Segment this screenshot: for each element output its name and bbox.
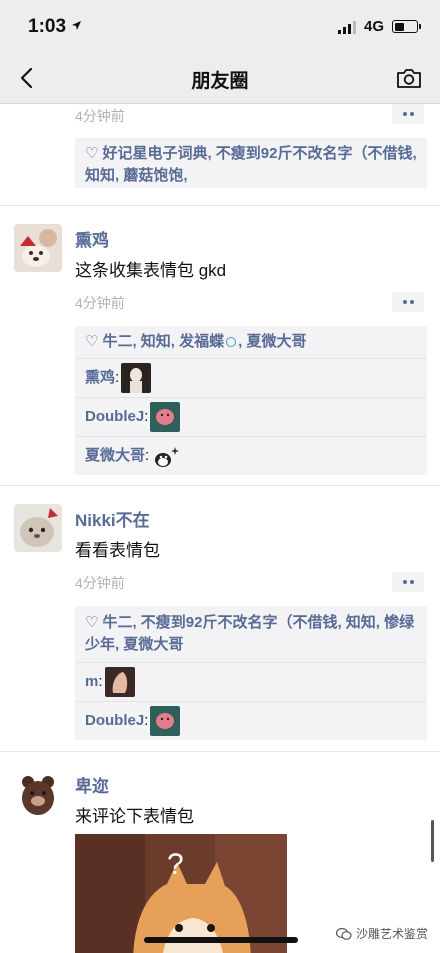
comment-row[interactable]: DoubleJ: [75, 701, 427, 740]
sticker-image[interactable] [151, 441, 182, 471]
comment-author[interactable]: 夏微大哥 [85, 445, 145, 467]
status-indicators: 4G [337, 18, 421, 35]
comment-author[interactable]: DoubleJ [85, 710, 144, 732]
nav-bar: 朋友圈 [0, 52, 440, 104]
moment-post: 卑迩 来评论下表情包 ? [0, 752, 440, 953]
likes-names-tail: , 夏微大哥 [238, 333, 307, 350]
comment-row[interactable]: DoubleJ: [75, 397, 427, 436]
comment-colon: : [144, 712, 149, 729]
comment-row[interactable]: 熏鸡: [75, 358, 427, 397]
watermark-text: 沙雕艺术鉴赏 [355, 927, 428, 941]
moment-post: Nikki不在 看看表情包 4分钟前 ♡ 牛二, 不瘦到92斤不改名字（不借钱, … [0, 486, 440, 752]
likes-names: 牛二, 不瘦到92斤不改名字（不借钱, 知知, 惨绿少年, 夏微大哥 [85, 614, 415, 653]
sticker-image[interactable] [121, 363, 152, 393]
signal-icon [337, 20, 356, 34]
moment-post: 熏鸡 这条收集表情包 gkd 4分钟前 ♡ 牛二, 知知, 发福蝶 , 夏微大哥 熏… [0, 206, 440, 486]
more-dots-icon[interactable] [392, 104, 424, 124]
avatar[interactable] [14, 504, 62, 552]
comment-row[interactable]: m: [75, 662, 427, 701]
likes-list[interactable]: ♡ 牛二, 知知, 发福蝶 , 夏微大哥 [75, 326, 427, 358]
page-title: 朋友圈 [191, 71, 249, 92]
comment-author[interactable]: DoubleJ [85, 406, 144, 428]
post-text: 看看表情包 [75, 541, 160, 560]
status-bar: 1:03 4G [0, 0, 440, 52]
home-indicator[interactable] [144, 937, 298, 943]
sticker-image[interactable] [150, 706, 181, 736]
svg-text:?: ? [167, 848, 184, 881]
comment-author[interactable]: m [85, 671, 98, 693]
post-text: 这条收集表情包 gkd [75, 261, 227, 280]
sticker-image[interactable] [104, 667, 135, 697]
post-time: 4分钟前 [75, 295, 125, 311]
more-dots-icon[interactable] [392, 292, 424, 312]
moment-post: 4分钟前 ♡ 好记星电子词典, 不瘦到92斤不改名字（不借钱, 知知, 蘑菇饱饱, [0, 104, 440, 206]
network-label: 4G [363, 18, 384, 35]
likes-names: 好记星电子词典, 不瘦到92斤不改名字（不借钱, 知知, 蘑菇饱饱, [85, 145, 417, 184]
location-arrow-icon [72, 21, 82, 30]
scrollbar[interactable] [431, 820, 434, 862]
heart-icon: ♡ [85, 614, 99, 631]
interaction-panel: ♡ 牛二, 知知, 发福蝶 , 夏微大哥 熏鸡: DoubleJ: 夏微大哥: [75, 326, 427, 475]
post-author[interactable]: 熏鸡 [75, 226, 109, 251]
comment-colon: : [144, 408, 149, 425]
status-time: 1:03 [28, 16, 82, 38]
heart-icon: ♡ [85, 145, 99, 162]
interaction-panel: ♡ 好记星电子词典, 不瘦到92斤不改名字（不借钱, 知知, 蘑菇饱饱, [75, 138, 427, 188]
post-time: 4分钟前 [75, 575, 125, 591]
comment-row[interactable]: 夏微大哥: [75, 436, 427, 475]
heart-icon: ♡ [85, 333, 99, 350]
post-text: 来评论下表情包 [75, 807, 194, 826]
emoji-ring-icon [226, 337, 237, 348]
avatar[interactable] [14, 224, 62, 272]
comment-colon: : [115, 369, 120, 386]
comment-author[interactable]: 熏鸡 [85, 367, 115, 389]
watermark: 沙雕艺术鉴赏 [335, 925, 428, 942]
comment-colon: : [145, 447, 150, 464]
likes-list[interactable]: ♡ 牛二, 不瘦到92斤不改名字（不借钱, 知知, 惨绿少年, 夏微大哥 [75, 606, 427, 662]
likes-list[interactable]: ♡ 好记星电子词典, 不瘦到92斤不改名字（不借钱, 知知, 蘑菇饱饱, [75, 138, 427, 192]
post-author[interactable]: 卑迩 [75, 772, 109, 797]
post-photo[interactable]: ? [75, 834, 287, 953]
sticker-image[interactable] [150, 402, 181, 432]
post-time: 4分钟前 [75, 108, 125, 124]
wechat-icon [335, 927, 352, 940]
more-dots-icon[interactable] [392, 572, 424, 592]
likes-names: 牛二, 知知, 发福蝶 [102, 333, 225, 350]
battery-icon [392, 20, 421, 33]
moments-feed[interactable]: 4分钟前 ♡ 好记星电子词典, 不瘦到92斤不改名字（不借钱, 知知, 蘑菇饱饱,… [0, 104, 440, 953]
comment-colon: : [98, 673, 103, 690]
camera-icon[interactable] [394, 64, 424, 92]
post-author[interactable]: Nikki不在 [75, 506, 150, 531]
interaction-panel: ♡ 牛二, 不瘦到92斤不改名字（不借钱, 知知, 惨绿少年, 夏微大哥 m: D… [75, 606, 427, 740]
avatar[interactable] [14, 770, 62, 818]
